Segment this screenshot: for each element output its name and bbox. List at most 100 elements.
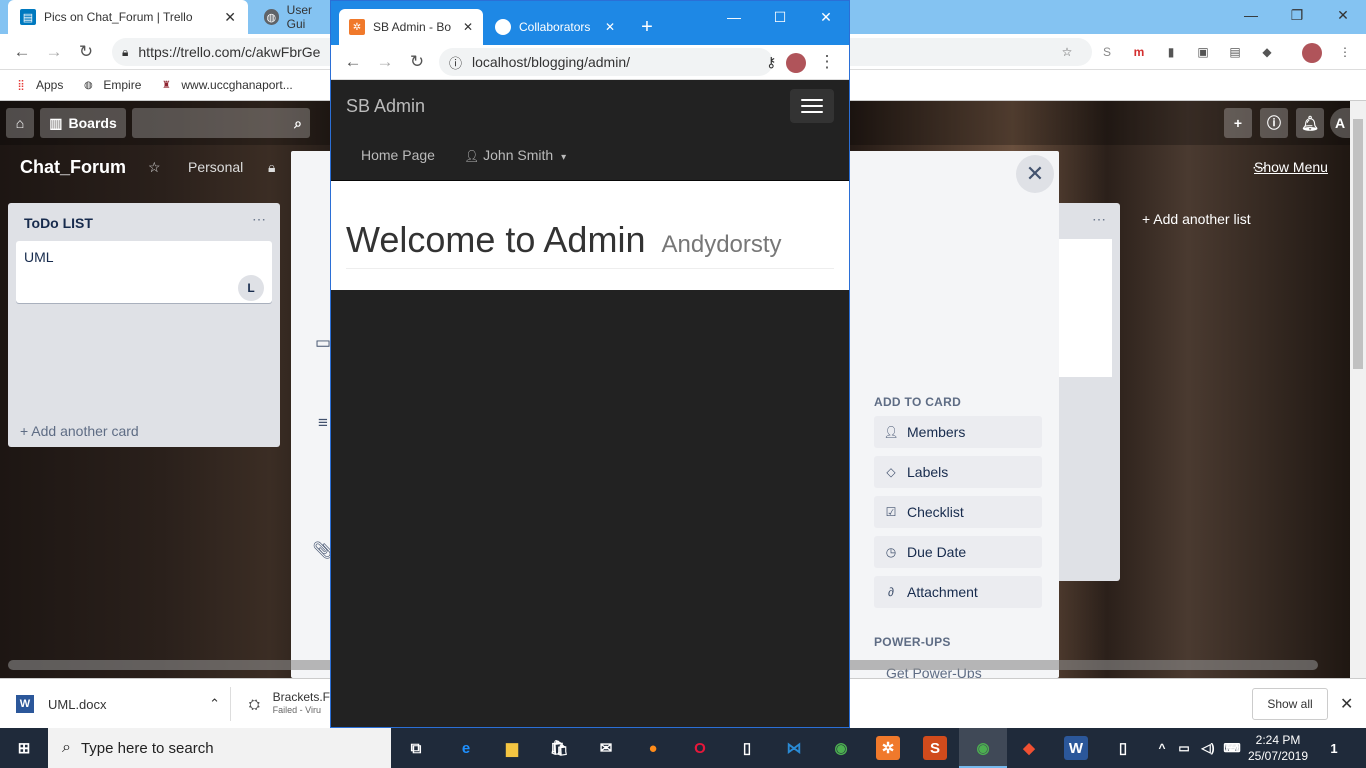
taskbar-clock[interactable]: 2:24 PM 25/07/2019 xyxy=(1240,732,1316,764)
notepad-icon[interactable]: ▯ xyxy=(735,736,759,760)
vertical-scrollbar[interactable] xyxy=(1350,101,1366,678)
popup-tabstrip: ✲ SB Admin - Bo ✕ Collaborators ✕ + — ☐ … xyxy=(331,1,849,45)
vscode-icon[interactable]: ⋈ xyxy=(782,736,806,760)
download-item-brackets[interactable]: ⛭ Brackets.F Failed - Viru xyxy=(246,679,330,729)
extension-icon[interactable]: ▤ xyxy=(1226,43,1244,61)
edge-icon[interactable]: e xyxy=(454,736,478,760)
list-menu-icon[interactable]: ⋯ xyxy=(252,211,266,228)
add-card-button[interactable]: + Add another card xyxy=(20,423,139,439)
tab-user-guide[interactable]: ◍ User Gui xyxy=(252,0,342,34)
close-icon[interactable]: ✕ xyxy=(1016,155,1054,193)
close-icon[interactable]: ✕ xyxy=(1340,694,1353,714)
mail-icon[interactable]: ✉ xyxy=(594,736,618,760)
labels-button[interactable]: ◇ Labels xyxy=(874,456,1042,488)
maximize-icon[interactable]: ☐ xyxy=(757,3,803,31)
reload-icon[interactable]: ↻ xyxy=(405,50,429,74)
trello-search-input[interactable]: ⌕ xyxy=(132,108,310,138)
menu-icon[interactable]: ⋮ xyxy=(815,50,839,74)
bell-icon[interactable]: 🔔︎ xyxy=(1296,108,1324,138)
due-date-button[interactable]: ◷ Due Date xyxy=(874,536,1042,568)
store-icon[interactable]: 🛍︎ xyxy=(547,736,571,760)
board-title[interactable]: Chat_Forum xyxy=(20,157,126,178)
xampp-icon[interactable]: ✲ xyxy=(876,736,900,760)
attachment-button[interactable]: ∂ Attachment xyxy=(874,576,1042,608)
chrome-icon: ◉ xyxy=(976,740,990,757)
chevron-up-icon[interactable]: ^ xyxy=(1150,736,1174,760)
sublime-icon[interactable]: S xyxy=(923,736,947,760)
close-tab-icon[interactable]: ✕ xyxy=(463,20,473,34)
profile-avatar[interactable] xyxy=(1302,43,1322,63)
forward-icon[interactable]: → xyxy=(42,40,66,64)
show-all-button[interactable]: Show all xyxy=(1252,688,1328,720)
extension-icon[interactable]: ◆ xyxy=(1258,43,1276,61)
minimize-icon[interactable]: — xyxy=(1228,0,1274,30)
tab-sb-admin[interactable]: ✲ SB Admin - Bo ✕ xyxy=(339,9,483,45)
close-tab-icon[interactable]: ✕ xyxy=(224,9,236,26)
add-list-button[interactable]: + Add another list xyxy=(1142,211,1251,227)
task-view-icon[interactable]: ⧉ xyxy=(404,736,428,760)
chevron-up-icon[interactable]: ⌃ xyxy=(209,696,220,712)
close-window-icon[interactable]: ✕ xyxy=(1320,0,1366,30)
close-window-icon[interactable]: ✕ xyxy=(803,3,849,31)
file-explorer-icon[interactable]: ▆ xyxy=(500,736,524,760)
file-icon[interactable]: ▯ xyxy=(1111,736,1135,760)
back-icon[interactable]: ← xyxy=(10,40,34,64)
boards-button[interactable]: ▥ Boards xyxy=(40,108,126,138)
reload-icon[interactable]: ↻ xyxy=(74,40,98,64)
home-icon[interactable]: ⌂ xyxy=(6,108,34,138)
profile-avatar[interactable] xyxy=(786,53,806,73)
volume-icon[interactable]: ◁) xyxy=(1196,736,1220,760)
star-icon[interactable]: ☆ xyxy=(1058,43,1076,61)
firefox-icon[interactable]: ● xyxy=(641,736,665,760)
scrollbar-thumb[interactable] xyxy=(1353,119,1363,369)
git-icon[interactable]: ◆ xyxy=(1017,736,1041,760)
member-avatar[interactable]: A xyxy=(1330,108,1350,138)
navbar-brand[interactable]: SB Admin xyxy=(346,96,425,117)
new-tab-icon[interactable]: + xyxy=(635,15,659,39)
members-button[interactable]: 👤︎ Members xyxy=(874,416,1042,448)
extension-icon[interactable]: ▣ xyxy=(1194,43,1212,61)
list-title[interactable]: ToDo LIST xyxy=(24,215,93,231)
windows-start-icon[interactable]: ⊞ xyxy=(12,736,36,760)
download-item-uml[interactable]: W UML.docx ⌃ xyxy=(16,679,226,729)
skype-icon[interactable]: S xyxy=(1098,43,1116,61)
back-icon[interactable]: ← xyxy=(341,50,365,74)
battery-icon[interactable]: ▭ xyxy=(1172,736,1196,760)
mendeley-icon[interactable]: m xyxy=(1130,43,1148,61)
tab-collaborators[interactable]: Collaborators ✕ xyxy=(485,9,625,45)
address-bar[interactable]: ⓘ localhost/blogging/admin/ ⚷ ☆ xyxy=(439,48,803,76)
board-visibility[interactable]: Personal xyxy=(188,159,243,175)
key-icon[interactable]: ⚷ xyxy=(766,54,776,71)
checklist-button[interactable]: ☑ Checklist xyxy=(874,496,1042,528)
card-uml[interactable]: UML L xyxy=(16,241,272,303)
user-dropdown[interactable]: 👤︎ John Smith ▾ xyxy=(464,147,566,163)
show-menu-link[interactable]: Show Menu xyxy=(1254,159,1328,175)
card-thumbnail[interactable] xyxy=(1058,239,1112,377)
chrome-icon[interactable]: ◉ xyxy=(829,736,853,760)
close-tab-icon[interactable]: ✕ xyxy=(605,20,615,34)
create-icon[interactable]: + xyxy=(1224,108,1252,138)
word-icon[interactable]: W xyxy=(1064,736,1088,760)
info-icon[interactable]: ⓘ xyxy=(1260,108,1288,138)
extension-icon[interactable]: ▮ xyxy=(1162,43,1180,61)
card-member-avatar[interactable]: L xyxy=(238,275,264,301)
restore-icon[interactable]: ❐ xyxy=(1274,0,1320,30)
bookmark-empire[interactable]: ◍ Empire xyxy=(81,78,141,92)
bookmark-apps[interactable]: ⣿ Apps xyxy=(14,78,63,92)
bookmark-ucc[interactable]: ♜ www.uccghanaport... xyxy=(159,78,293,92)
nav-home-link[interactable]: Home Page xyxy=(361,147,435,163)
tab-title: Pics on Chat_Forum | Trello xyxy=(44,10,193,24)
lock-icon[interactable]: 🔒︎ xyxy=(268,159,275,176)
star-board-icon[interactable]: ☆ xyxy=(148,159,161,176)
opera-icon[interactable]: O xyxy=(688,736,712,760)
list-menu-icon[interactable]: ⋯ xyxy=(1092,211,1106,228)
navbar-toggle-button[interactable] xyxy=(790,89,834,123)
taskbar-search-input[interactable]: ⌕ Type here to search xyxy=(48,728,391,768)
notification-icon[interactable]: 1 xyxy=(1322,736,1346,760)
forward-icon[interactable]: → xyxy=(373,50,397,74)
github-icon xyxy=(495,19,511,35)
tab-trello[interactable]: ▤ Pics on Chat_Forum | Trello ✕ xyxy=(8,0,248,34)
chrome-taskbar-active[interactable]: ◉ xyxy=(959,728,1007,768)
minimize-icon[interactable]: — xyxy=(711,3,757,31)
menu-icon[interactable]: ⋮ xyxy=(1336,43,1354,61)
